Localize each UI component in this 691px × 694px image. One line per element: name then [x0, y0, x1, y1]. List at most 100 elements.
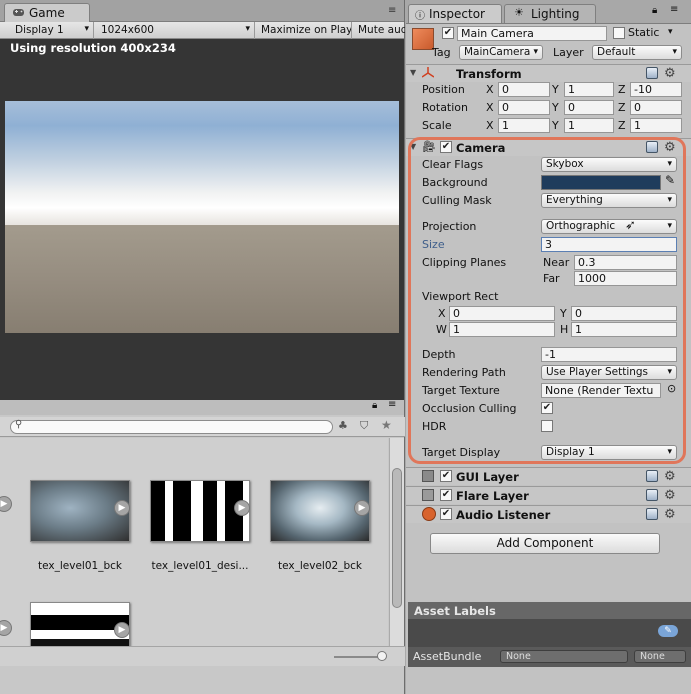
gear-icon[interactable]: ⚙ — [664, 508, 676, 521]
transform-header[interactable]: ▼ Transform ⚙ — [406, 64, 691, 82]
search-input[interactable]: ⚲ — [10, 419, 333, 434]
scale-z-field[interactable]: 1 — [630, 118, 682, 133]
audio-listener-header[interactable]: ✔ Audio Listener ⚙ — [406, 505, 691, 523]
camera-header[interactable]: ▼ 🎥︎ ✔ Camera ⚙ — [406, 138, 691, 156]
favorite-star-icon[interactable]: ★ — [381, 418, 392, 432]
camera-icon: 🎥︎ — [422, 140, 436, 153]
help-book-icon[interactable] — [646, 508, 658, 520]
near-field[interactable]: 0.3 — [574, 255, 677, 270]
play-icon[interactable]: ▶ — [234, 500, 250, 516]
help-book-icon[interactable] — [646, 141, 658, 153]
tag-dropdown[interactable]: MainCamera ▾ — [459, 45, 543, 60]
target-display-dropdown[interactable]: Display 1 ▾ — [541, 445, 677, 460]
gear-icon[interactable]: ⚙ — [664, 470, 676, 483]
occlusion-culling-checkbox[interactable]: ✔ — [541, 402, 553, 414]
target-texture-field[interactable]: None (Render Textu — [541, 383, 661, 398]
help-book-icon[interactable] — [646, 470, 658, 482]
gui-layer-header[interactable]: ✔ GUI Layer ⚙ — [406, 467, 691, 485]
maximize-on-play-toggle[interactable]: Maximize on Play — [255, 22, 352, 39]
tab-menu-icon[interactable]: ≡ — [388, 399, 396, 410]
gear-icon[interactable]: ⚙ — [664, 141, 676, 154]
add-component-button[interactable]: Add Component — [430, 533, 660, 554]
viewport-h-field[interactable]: 1 — [571, 322, 677, 337]
flare-layer-header[interactable]: ✔ Flare Layer ⚙ — [406, 486, 691, 504]
gear-icon[interactable]: ⚙ — [664, 67, 676, 80]
scale-x-label: X — [486, 119, 494, 132]
asset-label: tex_level01_bck — [38, 560, 122, 572]
culling-mask-dropdown[interactable]: Everything ▾ — [541, 193, 677, 208]
tab-menu-icon[interactable]: ≡ — [388, 5, 396, 16]
resolution-dropdown[interactable]: 1024x600 ▾ — [94, 22, 255, 39]
background-color-swatch[interactable] — [541, 175, 661, 190]
flare-layer-icon — [422, 489, 434, 501]
gear-icon[interactable]: ⚙ — [664, 489, 676, 502]
asset-item[interactable]: ▶ tex_level02_bck — [270, 480, 370, 572]
target-texture-label: Target Texture — [422, 384, 500, 397]
active-checkbox[interactable]: ✔ — [442, 27, 454, 39]
transform-title: Transform — [456, 67, 522, 81]
label-tag-icon[interactable]: ✎ — [658, 625, 678, 637]
zoom-slider-handle[interactable] — [377, 651, 387, 661]
help-book-icon[interactable] — [646, 489, 658, 501]
mute-audio-toggle[interactable]: Mute aud — [352, 22, 405, 39]
rendering-path-dropdown[interactable]: Use Player Settings ▾ — [541, 365, 677, 380]
size-label: Size — [422, 238, 445, 251]
filter-label-icon[interactable]: ⛉ — [360, 419, 368, 433]
rotation-z-field[interactable]: 0 — [630, 100, 682, 115]
rotation-x-field[interactable]: 0 — [498, 100, 550, 115]
play-icon[interactable]: ▶ — [0, 620, 12, 636]
chevron-down-icon[interactable]: ▾ — [668, 27, 673, 37]
asset-grid-scrollbar[interactable] — [389, 438, 404, 656]
display-dropdown[interactable]: Display 1 ▾ — [0, 22, 94, 39]
game-viewport[interactable]: Using resolution 400x234 — [0, 39, 404, 414]
asset-labels-header[interactable]: Asset Labels — [408, 602, 691, 619]
filter-type-icon[interactable]: ♣ — [338, 419, 348, 432]
viewport-x-field[interactable]: 0 — [449, 306, 555, 321]
asset-label: tex_level02_bck — [278, 560, 362, 572]
audio-listener-checkbox[interactable]: ✔ — [440, 508, 452, 520]
clear-flags-dropdown[interactable]: Skybox ▾ — [541, 157, 677, 172]
foldout-arrow-icon[interactable]: ▼ — [410, 68, 416, 77]
asset-item[interactable]: ▶ tex_level01_bck — [30, 480, 130, 572]
chevron-down-icon: ▾ — [245, 24, 250, 34]
scale-y-field[interactable]: 1 — [564, 118, 614, 133]
scale-x-field[interactable]: 1 — [498, 118, 550, 133]
position-x-field[interactable]: 0 — [498, 82, 550, 97]
help-book-icon[interactable] — [646, 67, 658, 79]
position-y-field[interactable]: 1 — [564, 82, 614, 97]
tab-lighting[interactable]: ☀ Lighting — [504, 4, 596, 23]
lock-icon[interactable]: 🔒︎ — [652, 5, 657, 16]
asset-item[interactable]: ▶ tex_level01_desi... — [150, 480, 250, 572]
position-z-field[interactable]: -10 — [630, 82, 682, 97]
far-field[interactable]: 1000 — [574, 271, 677, 286]
position-y-label: Y — [552, 83, 559, 96]
static-checkbox[interactable] — [613, 27, 625, 39]
viewport-y-field[interactable]: 0 — [571, 306, 677, 321]
tab-inspector[interactable]: ⓘ Inspector — [408, 4, 502, 23]
hdr-checkbox[interactable] — [541, 420, 553, 432]
play-icon[interactable]: ▶ — [354, 500, 370, 516]
viewport-w-field[interactable]: 1 — [449, 322, 555, 337]
asset-bundle-variant-dropdown[interactable]: None — [634, 650, 686, 663]
eyedropper-icon[interactable]: ✎ — [665, 173, 675, 187]
play-icon[interactable]: ▶ — [114, 622, 130, 638]
depth-label: Depth — [422, 348, 456, 361]
rotation-y-field[interactable]: 0 — [564, 100, 614, 115]
object-name-field[interactable]: Main Camera — [457, 26, 607, 41]
tab-menu-icon[interactable]: ≡ — [670, 4, 678, 15]
tab-game[interactable]: Game — [4, 3, 90, 22]
size-field[interactable]: 3 — [541, 237, 677, 252]
layer-dropdown[interactable]: Default ▾ — [592, 45, 682, 60]
gui-layer-checkbox[interactable]: ✔ — [440, 470, 452, 482]
object-picker-icon[interactable]: ⊙ — [667, 382, 676, 395]
flare-layer-checkbox[interactable]: ✔ — [440, 489, 452, 501]
play-icon[interactable]: ▶ — [0, 496, 12, 512]
foldout-arrow-icon[interactable]: ▼ — [410, 142, 416, 151]
scrollbar-thumb[interactable] — [392, 468, 402, 608]
depth-field[interactable]: -1 — [541, 347, 677, 362]
projection-dropdown[interactable]: Orthographic ▾ — [541, 219, 677, 234]
play-icon[interactable]: ▶ — [114, 500, 130, 516]
asset-bundle-dropdown[interactable]: None — [500, 650, 628, 663]
camera-enabled-checkbox[interactable]: ✔ — [440, 141, 452, 153]
lock-icon[interactable]: 🔒︎ — [372, 400, 377, 411]
